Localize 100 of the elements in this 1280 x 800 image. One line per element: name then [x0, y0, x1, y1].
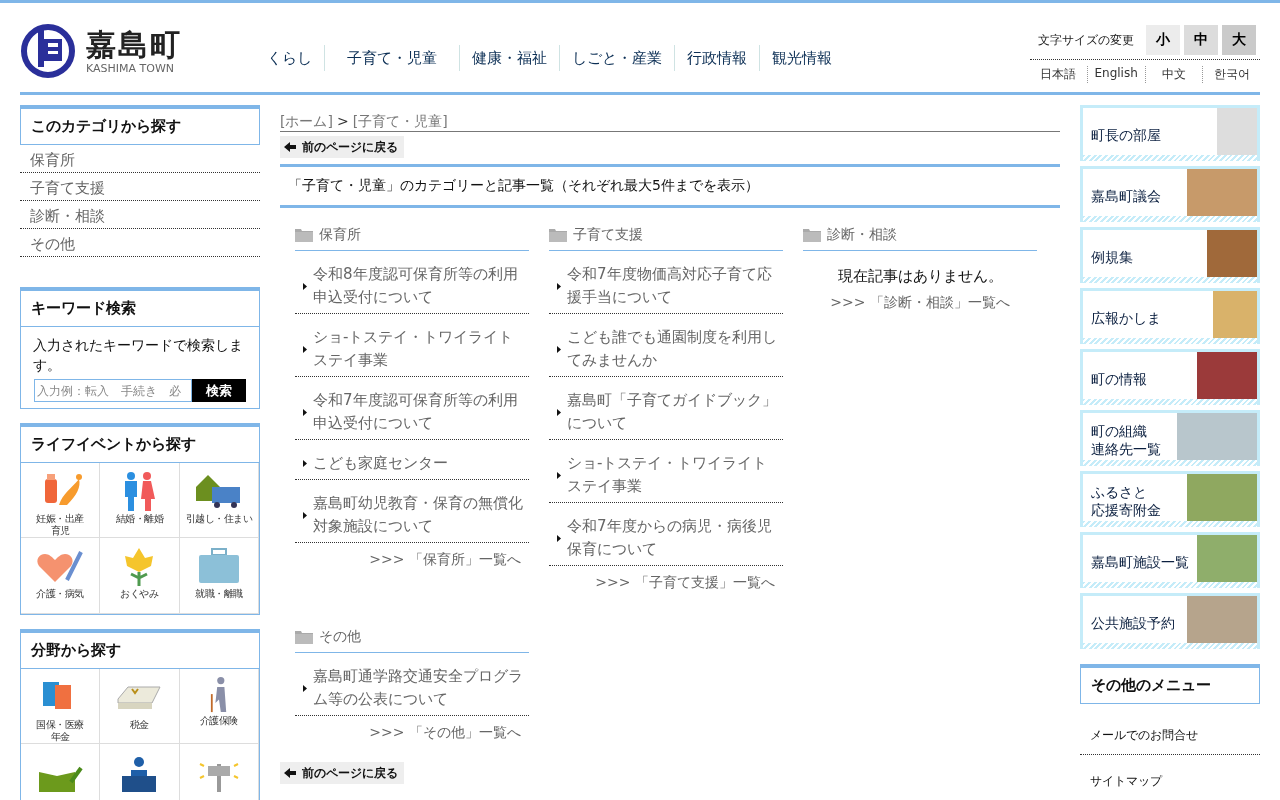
breadcrumb-link[interactable]: [ホーム]: [280, 113, 333, 131]
nav-link[interactable]: 子育て・児童: [324, 45, 459, 71]
triangle-icon: [557, 408, 561, 416]
language-link[interactable]: 日本語: [1030, 66, 1087, 83]
triangle-icon: [303, 511, 307, 519]
town-emblem-icon: [20, 23, 76, 79]
article-link[interactable]: 嘉島町幼児教育・保育の無償化対象施設について: [295, 480, 529, 543]
back-button[interactable]: 前のページに戻る: [280, 136, 404, 158]
triangle-icon: [557, 345, 561, 353]
menu-link[interactable]: メールでのお問合せ: [1080, 709, 1260, 755]
tile-label: 結婚・離婚: [115, 513, 164, 525]
category-tile[interactable]: 結婚・離婚: [100, 463, 180, 538]
category-tile[interactable]: 介護保険: [179, 669, 259, 744]
more-link[interactable]: >>> 「その他」一覧へ: [295, 716, 529, 742]
article-link[interactable]: 令和8年度認可保育所等の利用申込受付について: [295, 251, 529, 314]
font-size-button[interactable]: 大: [1222, 25, 1256, 55]
banner-link[interactable]: ふるさと 応援寄附金: [1080, 471, 1260, 527]
triangle-icon: [557, 534, 561, 542]
article-link[interactable]: 令和7年度からの病児・病後児保育について: [549, 503, 783, 566]
category-tile[interactable]: 国保・医療 年金: [21, 669, 101, 744]
font-size-button[interactable]: 小: [1146, 25, 1180, 55]
empty-message: 現在記事はありません。: [836, 267, 1004, 286]
article-link[interactable]: 嘉島町「子育てガイドブック」について: [549, 377, 783, 440]
photo-placeholder: [1197, 535, 1257, 582]
triangle-icon: [557, 471, 561, 479]
category-title: 診断・相談: [827, 226, 897, 244]
banner-link[interactable]: 町の情報: [1080, 349, 1260, 405]
more-link[interactable]: >>> 「保育所」一覧へ: [295, 543, 529, 569]
search-field[interactable]: 入力例：転入 手続き 必: [34, 379, 192, 402]
article-link[interactable]: こども家庭センター: [295, 440, 529, 480]
category-link[interactable]: 診断・相談: [20, 201, 260, 229]
article-link[interactable]: ショ-トステイ・トワイライトステイ事業: [549, 440, 783, 503]
category-tile[interactable]: 引越し・住まい: [179, 463, 259, 538]
breadcrumb-separator: >: [336, 113, 349, 131]
category-link[interactable]: 保育所: [20, 145, 260, 173]
language-link[interactable]: English: [1086, 66, 1145, 83]
category-tile[interactable]: 税金: [100, 669, 180, 744]
triangle-icon: [303, 282, 307, 290]
triangle-icon: [303, 345, 307, 353]
language-link[interactable]: 한국어: [1202, 66, 1260, 83]
section-title: その他のメニュー: [1090, 675, 1212, 696]
category-tile[interactable]: 就職・離職: [179, 538, 259, 614]
article-link[interactable]: 令和7年度認可保育所等の利用申込受付について: [295, 377, 529, 440]
banner-link[interactable]: 公共施設予約: [1080, 593, 1260, 649]
category-title: 子育て支援: [573, 226, 643, 244]
tile-label: 税金: [130, 719, 149, 731]
photo-placeholder: [1187, 596, 1257, 643]
category-tile[interactable]: 妊娠・出産 育児: [21, 463, 101, 538]
folder-icon: [295, 630, 313, 644]
tile-label: 引越し・住まい: [185, 513, 253, 525]
nav-link[interactable]: 健康・福祉: [459, 45, 559, 71]
photo-placeholder: [1187, 474, 1257, 521]
article-link[interactable]: 令和7年度物価高対応子育て応援手当について: [549, 251, 783, 314]
more-link[interactable]: >>> 「診断・相談」一覧へ: [803, 286, 1037, 312]
photo-placeholder: [1217, 108, 1257, 155]
photo-placeholder: [1187, 169, 1257, 216]
breadcrumb-link[interactable]: [子育て・児童]: [352, 113, 448, 131]
section-title: キーワード検索: [21, 291, 259, 327]
photo-placeholder: [1207, 230, 1257, 277]
tile-label: おくやみ: [120, 588, 159, 600]
font-size-button[interactable]: 中: [1184, 25, 1218, 55]
banner-link[interactable]: 町長の部屋: [1080, 105, 1260, 161]
logo-title: 嘉島町: [86, 27, 182, 62]
logo-subtitle: KASHIMA TOWN: [86, 61, 176, 75]
section-title: 分野から探す: [21, 633, 259, 669]
banner-link[interactable]: 例規集: [1080, 227, 1260, 283]
more-link[interactable]: >>> 「子育て支援」一覧へ: [549, 566, 783, 592]
banner-link[interactable]: 広報かしま: [1080, 288, 1260, 344]
back-button[interactable]: 前のページに戻る: [280, 762, 404, 784]
banner-link[interactable]: 町の組織 連絡先一覧: [1080, 410, 1260, 466]
tile-label: 妊娠・出産 育児: [36, 513, 84, 537]
nav-link[interactable]: 観光情報: [759, 45, 844, 71]
article-link[interactable]: こども誰でも通園制度を利用してみませんか: [549, 314, 783, 377]
font-size-label: 文字サイズの変更: [1038, 31, 1134, 49]
article-link[interactable]: ショ-トステイ・トワイライトステイ事業: [295, 314, 529, 377]
folder-icon: [295, 228, 313, 242]
language-link[interactable]: 中文: [1144, 66, 1203, 83]
folder-icon: [549, 228, 567, 242]
arrow-left-icon: [284, 768, 296, 778]
nav-link[interactable]: しごと・産業: [559, 45, 674, 71]
menu-link[interactable]: サイトマップ: [1080, 755, 1260, 800]
category-tile[interactable]: 介護・病気: [21, 538, 101, 614]
nav-link[interactable]: くらし: [255, 45, 324, 71]
nav-link[interactable]: 行政情報: [674, 45, 759, 71]
page-heading: 「子育て・児童」のカテゴリーと記事一覧（それぞれ最大5件までを表示）: [280, 164, 1060, 208]
category-link[interactable]: その他: [20, 229, 260, 257]
banner-link[interactable]: 嘉島町議会: [1080, 166, 1260, 222]
triangle-icon: [303, 408, 307, 416]
triangle-icon: [303, 684, 307, 692]
banner-link[interactable]: 嘉島町施設一覧: [1080, 532, 1260, 588]
search-button[interactable]: 検索: [192, 379, 246, 402]
category-tile[interactable]: おくやみ: [100, 538, 180, 614]
section-title: このカテゴリから探す: [20, 105, 260, 145]
article-link[interactable]: 嘉島町通学路交通安全プログラム等の公表について: [295, 653, 529, 716]
tile-label: 介護保険: [199, 715, 238, 727]
triangle-icon: [557, 282, 561, 290]
folder-icon: [803, 228, 821, 242]
section-title: ライフイベントから探す: [21, 427, 259, 463]
category-link[interactable]: 子育て支援: [20, 173, 260, 201]
search-description: 入力されたキーワードで検索します。: [32, 336, 244, 375]
